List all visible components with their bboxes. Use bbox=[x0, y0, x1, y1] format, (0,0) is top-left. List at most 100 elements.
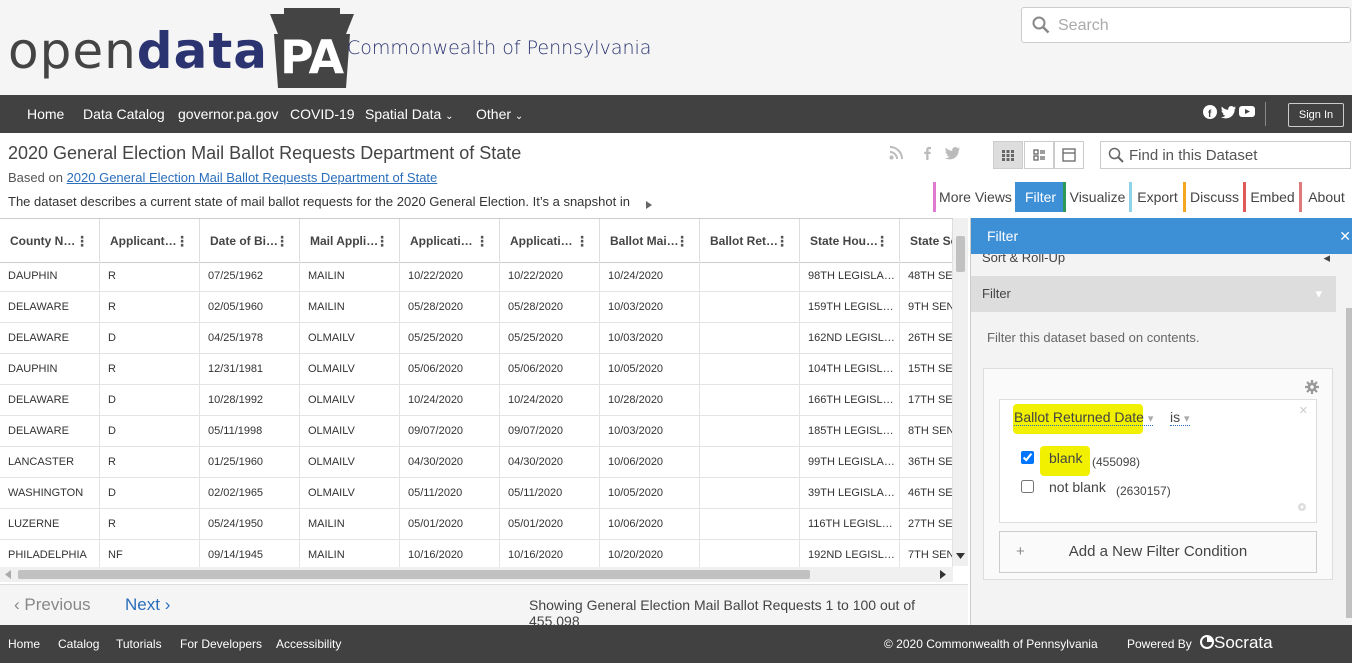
vertical-scroll-thumb[interactable] bbox=[956, 236, 965, 272]
gear-icon[interactable] bbox=[1305, 380, 1319, 399]
column-menu-icon[interactable]: ⋮ bbox=[675, 219, 689, 262]
twitter-icon[interactable] bbox=[1221, 105, 1237, 124]
facebook-icon[interactable]: f bbox=[1203, 105, 1217, 124]
column-header[interactable]: State Se bbox=[900, 219, 953, 263]
tab-about[interactable]: About bbox=[1299, 182, 1351, 212]
youtube-icon[interactable] bbox=[1239, 105, 1255, 123]
footer-catalog[interactable]: Catalog bbox=[58, 625, 99, 663]
tab-more-views[interactable]: More Views bbox=[933, 182, 1015, 212]
table-row[interactable]: DELAWARE D 10/28/1992 OLMAILV 10/24/2020 10/2… bbox=[0, 385, 968, 416]
table-cell: 10/03/2020 bbox=[600, 323, 700, 354]
twitter-share-icon[interactable] bbox=[945, 146, 961, 165]
table-row[interactable]: WASHINGTON D 02/02/1965 OLMAILV 05/11/2020 05… bbox=[0, 478, 968, 509]
tab-export[interactable]: Export bbox=[1129, 182, 1183, 212]
table-row[interactable]: DAUPHIN R 12/31/1981 OLMAILV 05/06/2020 05/06… bbox=[0, 354, 968, 385]
grid-view-button[interactable] bbox=[993, 141, 1023, 169]
condition-operator-select[interactable]: is ▾ bbox=[1170, 409, 1190, 426]
card-view-button[interactable] bbox=[1024, 141, 1054, 169]
tab-filter[interactable]: Filter bbox=[1015, 182, 1063, 212]
column-menu-icon[interactable]: ⋮ bbox=[275, 219, 289, 262]
page-view-button[interactable] bbox=[1054, 141, 1084, 169]
footer-tutorials[interactable]: Tutorials bbox=[116, 625, 162, 663]
footer-developers[interactable]: For Developers bbox=[180, 625, 262, 663]
table-cell: 10/24/2020 bbox=[500, 385, 600, 416]
condition-column-select[interactable]: Ballot Returned Date ▾ bbox=[1014, 409, 1154, 426]
previous-button[interactable]: ‹ Previous bbox=[14, 595, 91, 615]
nav-home[interactable]: Home bbox=[27, 95, 64, 133]
site-header: opendata PA Commonwealth of Pennsylvania bbox=[0, 0, 1352, 95]
gear-icon[interactable] bbox=[1296, 500, 1308, 518]
based-on-link[interactable]: 2020 General Election Mail Ballot Reques… bbox=[67, 170, 438, 185]
nav-covid[interactable]: COVID-19 bbox=[290, 95, 355, 133]
opendatapa-logo[interactable]: opendata PA bbox=[8, 8, 354, 88]
column-menu-icon[interactable]: ⋮ bbox=[375, 219, 389, 262]
sign-in-button[interactable]: Sign In bbox=[1288, 103, 1344, 127]
nav-other[interactable]: Other ⌄ bbox=[476, 95, 523, 133]
not-blank-checkbox[interactable] bbox=[1021, 480, 1034, 493]
table-cell bbox=[700, 478, 800, 509]
next-button[interactable]: Next › bbox=[125, 595, 170, 615]
column-menu-icon[interactable]: ⋮ bbox=[575, 219, 589, 262]
table-cell: 8TH SEN bbox=[900, 416, 953, 447]
socrata-logo[interactable]: Socrata bbox=[1200, 633, 1273, 653]
column-menu-icon[interactable]: ⋮ bbox=[775, 219, 789, 262]
column-header[interactable]: Mail Appli… ⋮ bbox=[300, 219, 400, 263]
find-in-dataset-input[interactable] bbox=[1129, 145, 1344, 165]
sort-rollup-section[interactable]: Sort & Roll-Up ◂ bbox=[971, 254, 1336, 276]
footer-home[interactable]: Home bbox=[8, 625, 40, 663]
table-cell: 07/25/1962 bbox=[200, 261, 300, 292]
add-filter-condition-label: Add a New Filter Condition bbox=[1068, 543, 1248, 560]
panel-scrollbar[interactable] bbox=[1346, 308, 1352, 618]
add-filter-condition-button[interactable]: + Add a New Filter Condition bbox=[999, 531, 1317, 573]
site-search-box[interactable] bbox=[1021, 7, 1351, 43]
table-cell: 166TH LEGISL… bbox=[800, 385, 900, 416]
facebook-share-icon[interactable] bbox=[922, 146, 932, 165]
nav-data-catalog[interactable]: Data Catalog bbox=[83, 95, 165, 133]
grid-vertical-scrollbar[interactable] bbox=[953, 218, 968, 566]
table-row[interactable]: LANCASTER R 01/25/1960 OLMAILV 04/30/2020 04/… bbox=[0, 447, 968, 478]
table-cell: 46TH SEI bbox=[900, 478, 953, 509]
table-row[interactable]: DELAWARE D 05/11/1998 OLMAILV 09/07/2020 09/0… bbox=[0, 416, 968, 447]
column-header[interactable]: Applicant… ⋮ bbox=[100, 219, 200, 263]
remove-condition-icon[interactable]: ✕ bbox=[1299, 404, 1308, 417]
grid-horizontal-scrollbar[interactable] bbox=[0, 567, 953, 582]
horizontal-scroll-thumb[interactable] bbox=[18, 570, 810, 579]
tab-embed[interactable]: Embed bbox=[1243, 182, 1299, 212]
table-row[interactable]: DELAWARE R 02/05/1960 MAILIN 05/28/2020 05/28… bbox=[0, 292, 968, 323]
tab-discuss[interactable]: Discuss bbox=[1183, 182, 1243, 212]
footer-accessibility[interactable]: Accessibility bbox=[276, 625, 341, 663]
column-header[interactable]: Ballot Mai… ⋮ bbox=[600, 219, 700, 263]
column-menu-icon[interactable]: ⋮ bbox=[475, 219, 489, 262]
filter-section-header[interactable]: Filter ▾ bbox=[971, 276, 1336, 312]
table-row[interactable]: DELAWARE D 04/25/1978 OLMAILV 05/25/2020 05/2… bbox=[0, 323, 968, 354]
table-cell: DAUPHIN bbox=[0, 354, 100, 385]
expand-description-icon[interactable] bbox=[645, 197, 653, 215]
column-header[interactable]: Applicati… ⋮ bbox=[400, 219, 500, 263]
column-header-label: Applicant… bbox=[110, 234, 177, 248]
column-header[interactable]: County N… ⋮ bbox=[0, 219, 100, 263]
scroll-down-arrow-icon[interactable] bbox=[956, 553, 965, 559]
scroll-left-arrow-icon[interactable] bbox=[5, 570, 11, 579]
search-icon bbox=[1108, 147, 1124, 168]
table-cell: 09/07/2020 bbox=[500, 416, 600, 447]
close-icon[interactable]: ✕ bbox=[1339, 218, 1351, 254]
column-menu-icon[interactable]: ⋮ bbox=[75, 219, 89, 262]
column-header[interactable]: Applicati… ⋮ bbox=[500, 219, 600, 263]
column-header[interactable]: State Hou… ⋮ bbox=[800, 219, 900, 263]
tab-visualize[interactable]: Visualize bbox=[1063, 182, 1129, 212]
nav-spatial-data[interactable]: Spatial Data ⌄ bbox=[365, 95, 454, 133]
dataset-title: 2020 General Election Mail Ballot Reques… bbox=[8, 143, 522, 163]
option-not-blank-label: not blank bbox=[1049, 479, 1106, 495]
find-in-dataset-box[interactable] bbox=[1100, 141, 1351, 169]
column-header[interactable]: Date of Bi… ⋮ bbox=[200, 219, 300, 263]
column-menu-icon[interactable]: ⋮ bbox=[175, 219, 189, 262]
column-header[interactable]: Ballot Ret… ⋮ bbox=[700, 219, 800, 263]
rss-icon[interactable] bbox=[889, 146, 903, 165]
site-search-input[interactable] bbox=[1058, 14, 1338, 38]
scroll-right-arrow-icon[interactable] bbox=[940, 570, 946, 579]
table-row[interactable]: LUZERNE R 05/24/1950 MAILIN 05/01/2020 05/01/… bbox=[0, 509, 968, 540]
nav-governor[interactable]: governor.pa.gov bbox=[178, 95, 278, 133]
column-menu-icon[interactable]: ⋮ bbox=[875, 219, 889, 262]
table-row[interactable]: DAUPHIN R 07/25/1962 MAILIN 10/22/2020 10/22/… bbox=[0, 261, 968, 292]
blank-checkbox[interactable] bbox=[1021, 451, 1034, 464]
